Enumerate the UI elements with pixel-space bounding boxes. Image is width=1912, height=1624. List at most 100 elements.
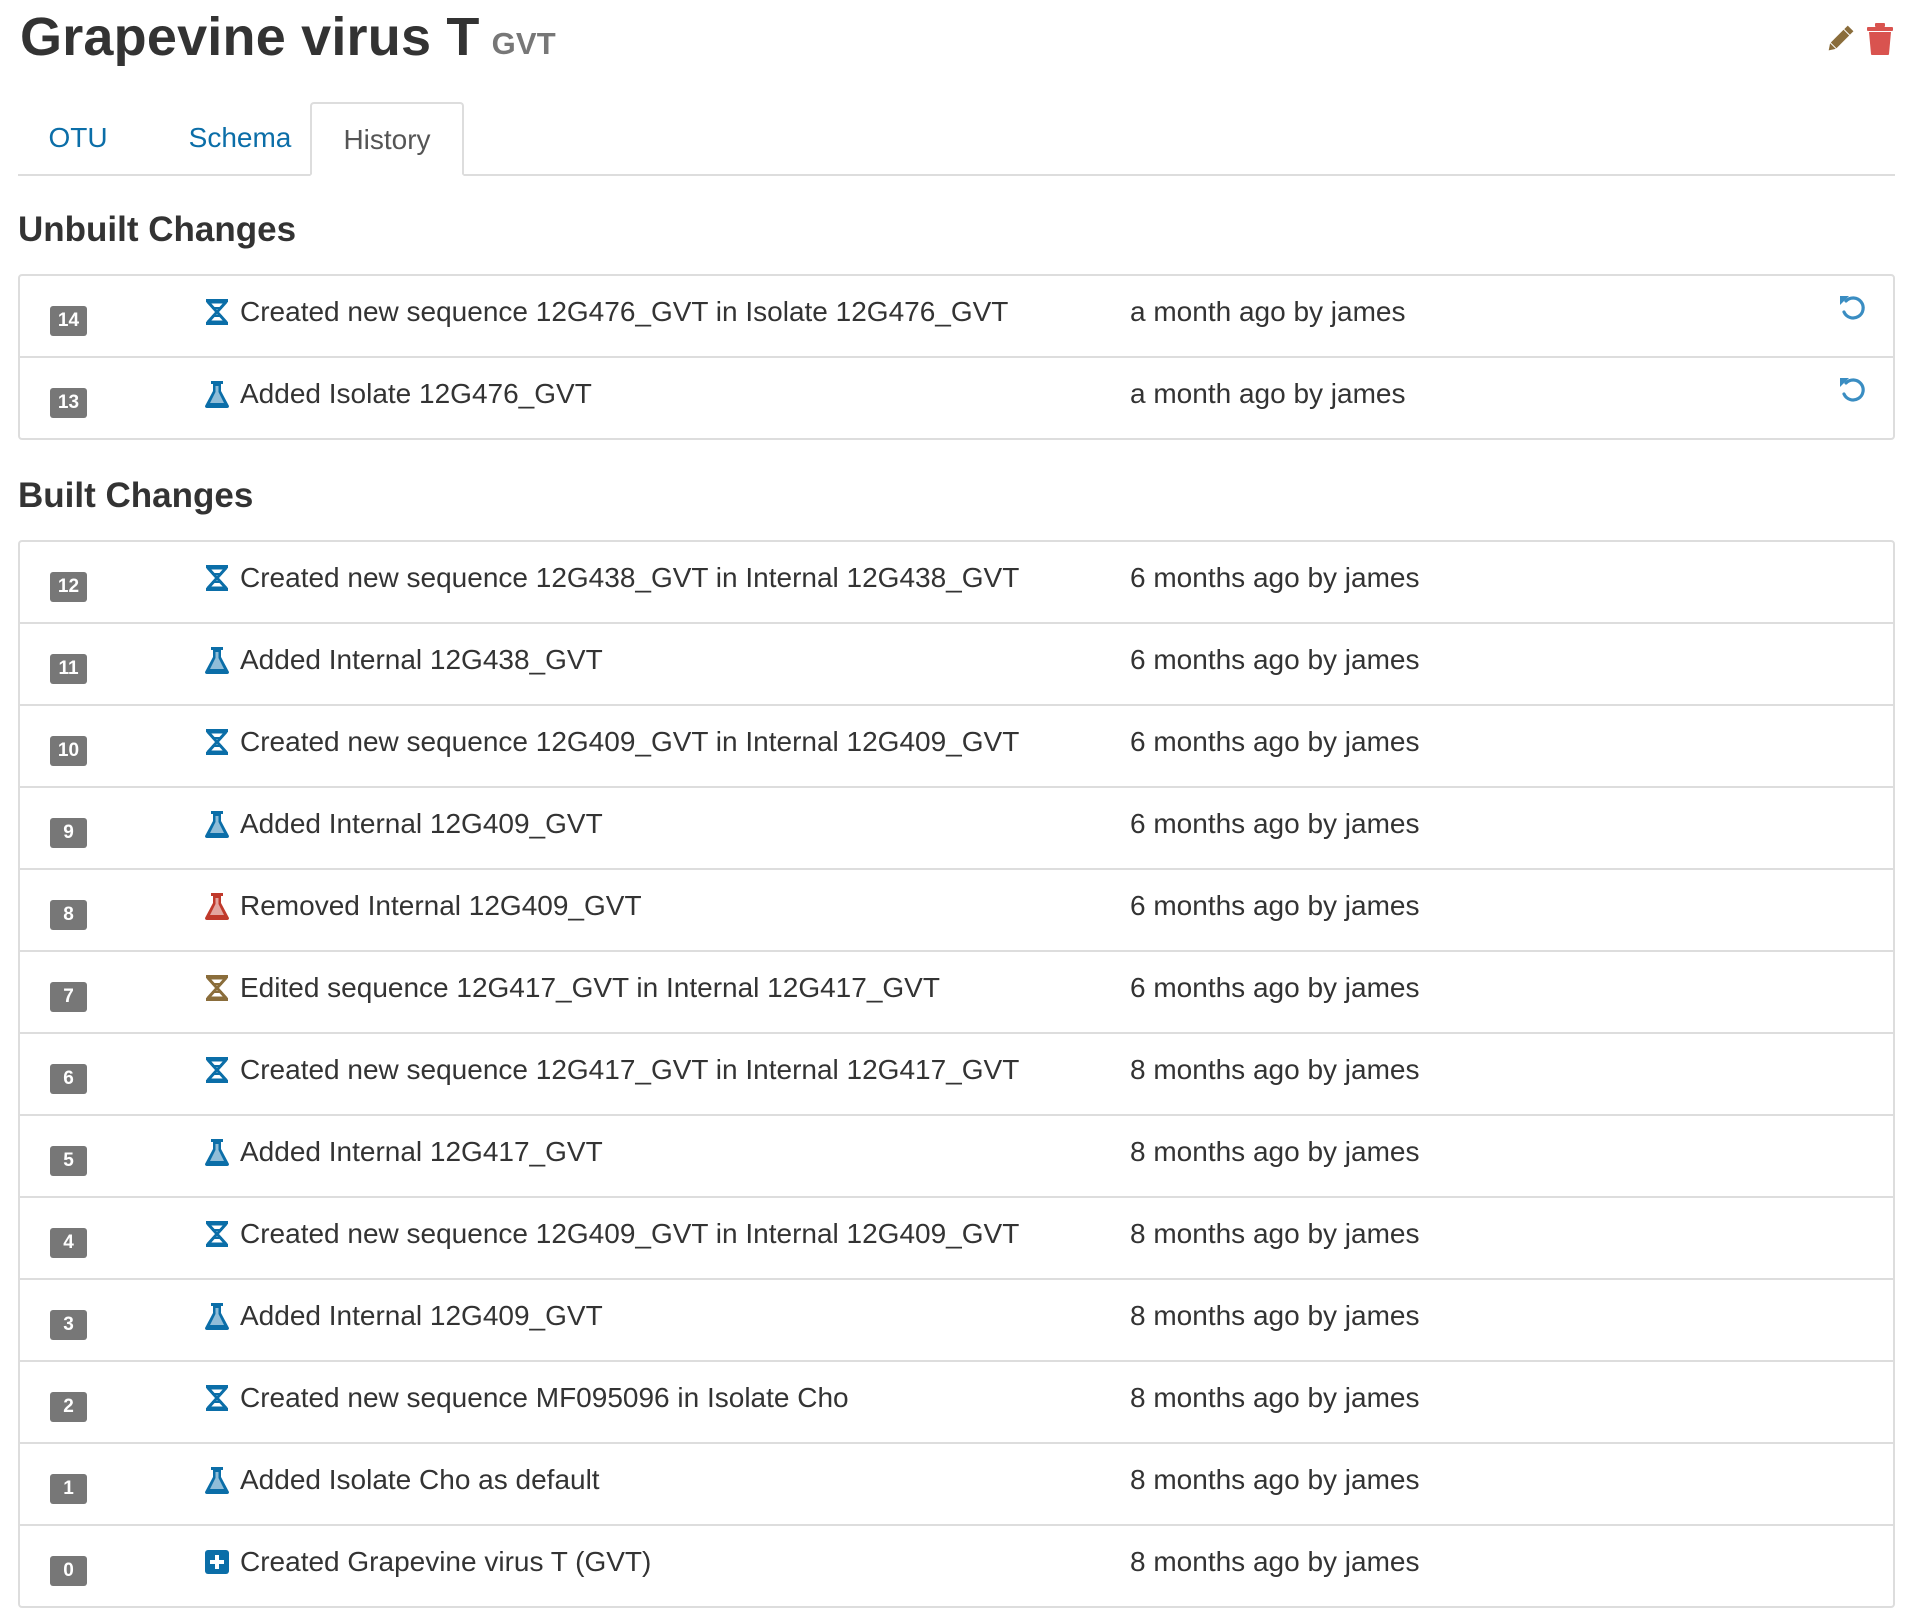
flask-icon	[202, 1137, 232, 1167]
change-description: Added Isolate Cho as default	[202, 1464, 600, 1496]
change-description: Created new sequence 12G417_GVT in Inter…	[202, 1054, 1019, 1086]
change-description-text: Created new sequence 12G476_GVT in Isola…	[240, 296, 1009, 327]
change-description: Removed Internal 12G409_GVT	[202, 890, 642, 922]
sequence-icon	[202, 297, 232, 327]
history-row: 13 Added Isolate 12G476_GVT a month ago by…	[20, 356, 1893, 438]
change-description: Added Internal 12G438_GVT	[202, 644, 603, 676]
change-description: Created new sequence 12G438_GVT in Inter…	[202, 562, 1019, 594]
history-row: 5 Added Internal 12G417_GVT 8 months ago b…	[20, 1114, 1893, 1196]
sequence-icon	[202, 1383, 232, 1413]
tab-history[interactable]: History	[310, 102, 464, 176]
change-description: Added Internal 12G417_GVT	[202, 1136, 603, 1168]
tab-schema[interactable]: Schema	[144, 102, 336, 172]
history-row: 3 Added Internal 12G409_GVT 8 months ago b…	[20, 1278, 1893, 1360]
sequence-icon	[202, 563, 232, 593]
unbuilt-changes-heading: Unbuilt Changes	[18, 210, 297, 249]
change-timestamp: 6 months ago by james	[1130, 890, 1420, 921]
change-description-text: Added Internal 12G409_GVT	[240, 1300, 603, 1331]
change-index-badge: 11	[50, 654, 87, 684]
change-index-badge: 13	[50, 388, 87, 418]
change-description: Created new sequence 12G409_GVT in Inter…	[202, 1218, 1019, 1250]
flask-icon	[202, 645, 232, 675]
change-timestamp: a month ago by james	[1130, 378, 1406, 409]
change-description-text: Created new sequence 12G438_GVT in Inter…	[240, 562, 1020, 593]
change-description: Edited sequence 12G417_GVT in Internal 1…	[202, 972, 940, 1004]
change-index-badge: 7	[50, 982, 87, 1012]
change-timestamp: 6 months ago by james	[1130, 644, 1420, 675]
change-index-badge: 12	[50, 572, 87, 602]
unbuilt-changes-list: 14 Created new sequence 12G476_GVT in Iso…	[18, 274, 1895, 440]
change-description-text: Created new sequence MF095096 in Isolate…	[240, 1382, 849, 1413]
change-index-badge: 2	[50, 1392, 87, 1422]
change-index-badge: 10	[50, 736, 87, 766]
sequence-icon	[202, 1219, 232, 1249]
flask-icon	[202, 809, 232, 839]
otu-detail-page: Grapevine virus T GVT OTU Schema History…	[18, 0, 1895, 1608]
header-actions	[1823, 22, 1895, 56]
history-row: 12 Created new sequence 12G438_GVT in Int…	[20, 542, 1893, 622]
change-timestamp: 8 months ago by james	[1130, 1054, 1420, 1085]
tab-bar: OTU Schema History	[18, 102, 1895, 176]
history-row: 4 Created new sequence 12G409_GVT in Inte…	[20, 1196, 1893, 1278]
built-changes-heading: Built Changes	[18, 476, 254, 515]
flask-icon	[202, 891, 232, 921]
change-timestamp: 8 months ago by james	[1130, 1300, 1420, 1331]
history-row: 8 Removed Internal 12G409_GVT 6 months ago…	[20, 868, 1893, 950]
pencil-icon[interactable]	[1823, 22, 1857, 56]
trash-icon[interactable]	[1865, 22, 1895, 56]
change-index-badge: 8	[50, 900, 87, 930]
page-header: Grapevine virus T GVT	[18, 0, 1895, 90]
change-description: Created new sequence 12G409_GVT in Inter…	[202, 726, 1019, 758]
change-timestamp: 8 months ago by james	[1130, 1218, 1420, 1249]
change-description-text: Created Grapevine virus T (GVT)	[240, 1546, 652, 1577]
undo-icon[interactable]	[1837, 374, 1869, 411]
page-title: Grapevine virus T GVT	[20, 6, 556, 68]
change-description-text: Added Isolate Cho as default	[240, 1464, 600, 1495]
history-row: 14 Created new sequence 12G476_GVT in Iso…	[20, 276, 1893, 356]
history-row: 0 Created Grapevine virus T (GVT) 8 months…	[20, 1524, 1893, 1606]
change-description: Created new sequence MF095096 in Isolate…	[202, 1382, 849, 1414]
change-description-text: Added Isolate 12G476_GVT	[240, 378, 592, 409]
flask-icon	[202, 379, 232, 409]
change-description: Added Internal 12G409_GVT	[202, 808, 603, 840]
history-row: 2 Created new sequence MF095096 in Isolat…	[20, 1360, 1893, 1442]
history-row: 6 Created new sequence 12G417_GVT in Inte…	[20, 1032, 1893, 1114]
change-index-badge: 5	[50, 1146, 87, 1176]
sequence-icon	[202, 1055, 232, 1085]
change-timestamp: 8 months ago by james	[1130, 1382, 1420, 1413]
change-index-badge: 0	[50, 1556, 87, 1586]
change-description-text: Added Internal 12G409_GVT	[240, 808, 603, 839]
change-description: Created Grapevine virus T (GVT)	[202, 1546, 651, 1578]
change-description: Added Isolate 12G476_GVT	[202, 378, 592, 410]
history-row: 7 Edited sequence 12G417_GVT in Internal …	[20, 950, 1893, 1032]
change-index-badge: 4	[50, 1228, 87, 1258]
change-description-text: Added Internal 12G417_GVT	[240, 1136, 603, 1167]
history-row: 11 Added Internal 12G438_GVT 6 months ago …	[20, 622, 1893, 704]
change-description-text: Created new sequence 12G409_GVT in Inter…	[240, 1218, 1020, 1249]
change-description-text: Removed Internal 12G409_GVT	[240, 890, 642, 921]
change-timestamp: 6 months ago by james	[1130, 726, 1420, 757]
otu-name: Grapevine virus T	[20, 7, 480, 67]
change-description-text: Created new sequence 12G409_GVT in Inter…	[240, 726, 1020, 757]
sequence-icon	[202, 973, 232, 1003]
sequence-icon	[202, 727, 232, 757]
plus-square-icon	[202, 1547, 232, 1577]
history-row: 10 Created new sequence 12G409_GVT in Int…	[20, 704, 1893, 786]
undo-icon[interactable]	[1837, 292, 1869, 329]
change-description-text: Created new sequence 12G417_GVT in Inter…	[240, 1054, 1020, 1085]
change-index-badge: 1	[50, 1474, 87, 1504]
flask-icon	[202, 1465, 232, 1495]
change-timestamp: 6 months ago by james	[1130, 808, 1420, 839]
change-timestamp: 8 months ago by james	[1130, 1136, 1420, 1167]
tab-otu[interactable]: OTU	[20, 102, 136, 172]
change-index-badge: 14	[50, 306, 87, 336]
change-description: Added Internal 12G409_GVT	[202, 1300, 603, 1332]
change-timestamp: 6 months ago by james	[1130, 972, 1420, 1003]
otu-abbreviation: GVT	[491, 26, 556, 61]
change-description-text: Edited sequence 12G417_GVT in Internal 1…	[240, 972, 940, 1003]
change-timestamp: 6 months ago by james	[1130, 562, 1420, 593]
change-timestamp: a month ago by james	[1130, 296, 1406, 327]
built-changes-list: 12 Created new sequence 12G438_GVT in Int…	[18, 540, 1895, 1608]
history-row: 9 Added Internal 12G409_GVT 6 months ago b…	[20, 786, 1893, 868]
history-row: 1 Added Isolate Cho as default 8 months ag…	[20, 1442, 1893, 1524]
